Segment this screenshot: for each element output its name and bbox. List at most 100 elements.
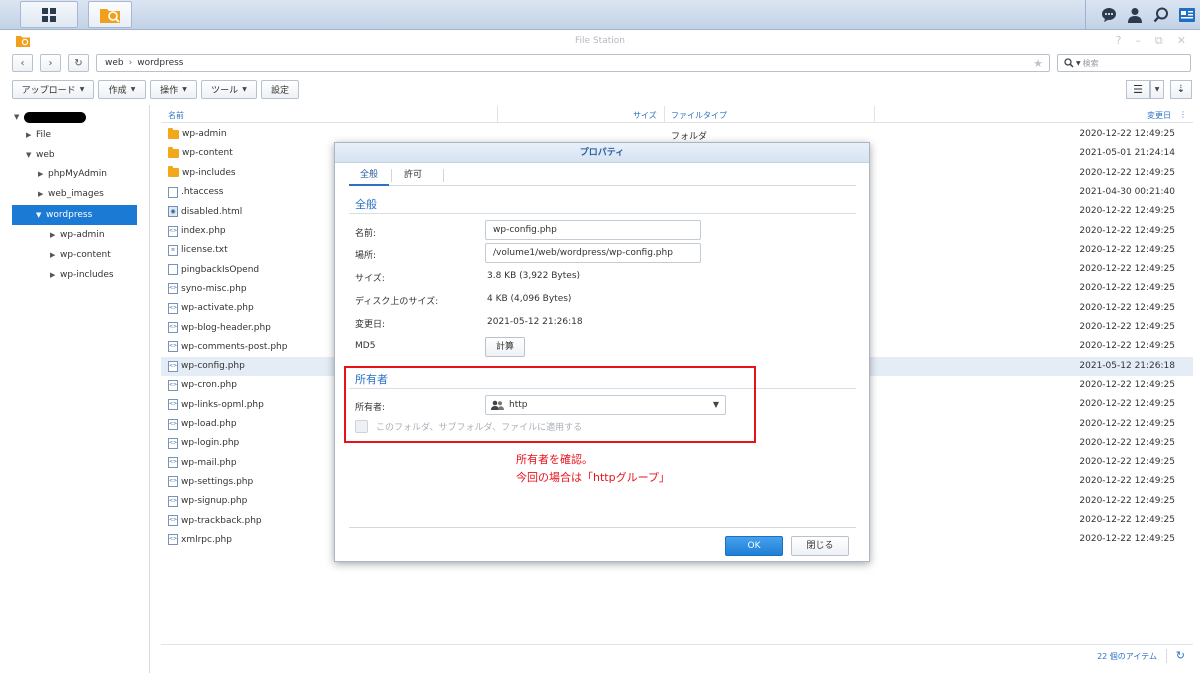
refresh-icon[interactable]: ↻ — [1176, 649, 1185, 662]
help-icon[interactable]: ? — [1116, 34, 1122, 48]
ok-button[interactable]: OK — [725, 536, 783, 556]
caret-down-icon: ▼ — [130, 86, 136, 93]
chat-icon[interactable] — [1096, 0, 1122, 30]
list-view-button[interactable]: ☰ — [1126, 80, 1150, 99]
tree-item-wordpress[interactable]: ▼ wordpress — [12, 205, 137, 225]
file-modified: 2020-12-22 12:49:25 — [1079, 341, 1175, 352]
column-header-modified[interactable]: 変更日 — [1147, 110, 1171, 121]
upload-button[interactable]: アップロード ▼ — [12, 80, 94, 99]
annotation-line: 今回の場合は「httpグループ」 — [516, 471, 670, 484]
file-name: pingbackIsOpend — [181, 264, 260, 275]
caret-down-icon: ▼ — [14, 113, 20, 121]
view-menu-button[interactable]: ▼ — [1150, 80, 1164, 99]
html-file-icon: ◉ — [168, 206, 178, 218]
search-icon[interactable] — [1148, 0, 1174, 30]
tree-item-file[interactable]: ▶ File — [26, 125, 144, 145]
maximize-icon[interactable]: ⧉ — [1155, 34, 1163, 48]
forward-button[interactable]: › — [40, 54, 61, 72]
file-modified: 2020-12-22 12:49:25 — [1079, 302, 1175, 313]
file-modified: 2020-12-22 12:49:25 — [1079, 457, 1175, 468]
file-name: wp-comments-post.php — [181, 341, 288, 352]
location-field[interactable]: /volume1/web/wordpress/wp-config.php — [485, 243, 701, 263]
minimize-icon[interactable]: – — [1135, 34, 1141, 48]
file-name: wp-login.php — [181, 438, 240, 449]
tree-item-root[interactable]: ▼ — [14, 107, 144, 127]
file-modified: 2021-05-01 21:24:14 — [1079, 148, 1175, 159]
back-button[interactable]: ‹ — [12, 54, 33, 72]
caret-down-icon: ▼ — [1154, 86, 1160, 93]
settings-button[interactable]: 設定 — [261, 80, 299, 99]
list-icon: ☰ — [1133, 83, 1143, 96]
modified-label: 変更日: — [355, 320, 386, 330]
file-name: wp-content — [182, 148, 233, 159]
column-header-size[interactable]: サイズ — [633, 110, 657, 121]
file-name: xmlrpc.php — [181, 534, 232, 545]
file-name: wp-blog-header.php — [181, 322, 271, 333]
main-menu-button[interactable] — [20, 1, 78, 28]
tree-item-wp-content[interactable]: ▶ wp-content — [50, 245, 144, 265]
code-file-icon: <> — [168, 534, 178, 546]
annotation-highlight-box — [344, 366, 756, 443]
tab-permission[interactable]: 許可 — [393, 165, 433, 186]
file-name: wp-activate.php — [181, 303, 254, 314]
user-icon[interactable] — [1122, 0, 1148, 30]
caret-right-icon: ▶ — [38, 190, 44, 198]
tree-item-web-images[interactable]: ▶ web_images — [38, 184, 144, 204]
file-modified: 2021-04-30 00:21:40 — [1079, 186, 1175, 197]
file-name: wp-signup.php — [181, 496, 248, 507]
sort-icon: ⇣ — [1176, 84, 1186, 95]
path-segment[interactable]: wordpress — [137, 58, 183, 68]
create-button[interactable]: 作成 ▼ — [98, 80, 146, 99]
chevron-right-icon: › — [128, 58, 133, 68]
star-icon[interactable]: ★ — [1033, 57, 1043, 70]
tree-item-wp-includes[interactable]: ▶ wp-includes — [50, 265, 144, 285]
file-icon — [168, 186, 178, 198]
code-file-icon: <> — [168, 437, 178, 449]
code-file-icon: <> — [168, 515, 178, 526]
widgets-icon[interactable] — [1174, 0, 1200, 30]
annotation-text: 所有者を確認。 今回の場合は「httpグループ」 — [516, 451, 670, 487]
path-bar[interactable]: web › wordpress ★ — [96, 54, 1050, 72]
file-modified: 2020-12-22 12:49:25 — [1079, 437, 1175, 448]
file-name: wp-cron.php — [181, 380, 237, 391]
text-file-icon: ≡ — [168, 244, 178, 256]
caret-down-icon: ▼ — [26, 151, 32, 159]
code-file-icon: <> — [168, 379, 178, 391]
file-name: .htaccess — [181, 187, 224, 198]
md5-label: MD5 — [355, 341, 376, 351]
column-header-type[interactable]: ファイルタイプ — [671, 110, 727, 121]
code-file-icon: <> — [168, 399, 178, 411]
caret-right-icon: ▶ — [50, 251, 56, 259]
search-icon — [1064, 58, 1074, 68]
code-file-icon: <> — [168, 225, 178, 237]
caret-down-icon: ▼ — [242, 86, 247, 93]
tree-item-phpmyadmin[interactable]: ▶ phpMyAdmin — [38, 164, 144, 184]
code-file-icon: <> — [168, 360, 178, 372]
calculate-md5-button[interactable]: 計算 — [485, 337, 525, 357]
tab-general[interactable]: 全般 — [349, 165, 389, 186]
column-menu-icon[interactable]: ⋮ — [1179, 110, 1187, 119]
action-button[interactable]: 操作 ▼ — [150, 80, 197, 99]
window-title: File Station — [575, 36, 625, 46]
caret-down-icon: ▼ — [1076, 59, 1081, 67]
file-modified: 2020-12-22 12:49:25 — [1079, 495, 1175, 506]
close-button[interactable]: 閉じる — [791, 536, 849, 556]
file-station-taskbar-button[interactable] — [88, 1, 132, 28]
tree-item-web[interactable]: ▼ web — [26, 145, 144, 165]
file-modified: 2020-12-22 12:49:25 — [1079, 476, 1175, 487]
refresh-button[interactable]: ↻ — [68, 54, 89, 72]
code-file-icon: <> — [168, 457, 178, 469]
sort-button[interactable]: ⇣ — [1170, 80, 1192, 99]
code-file-icon: <> — [168, 341, 178, 353]
tree-item-wp-admin[interactable]: ▶ wp-admin — [50, 225, 144, 245]
file-modified: 2020-12-22 12:49:25 — [1079, 264, 1175, 275]
search-input[interactable]: ▼ 検索 — [1057, 54, 1191, 72]
name-field[interactable]: wp-config.php — [485, 220, 701, 240]
column-header-name[interactable]: 名前 — [168, 110, 184, 121]
file-modified: 2020-12-22 12:49:25 — [1079, 322, 1175, 332]
size-value: 3.8 KB (3,922 Bytes) — [487, 271, 581, 281]
close-icon[interactable]: ✕ — [1177, 34, 1186, 48]
path-segment[interactable]: web — [105, 58, 124, 68]
caret-right-icon: ▶ — [26, 131, 32, 139]
tools-button[interactable]: ツール ▼ — [201, 80, 257, 99]
